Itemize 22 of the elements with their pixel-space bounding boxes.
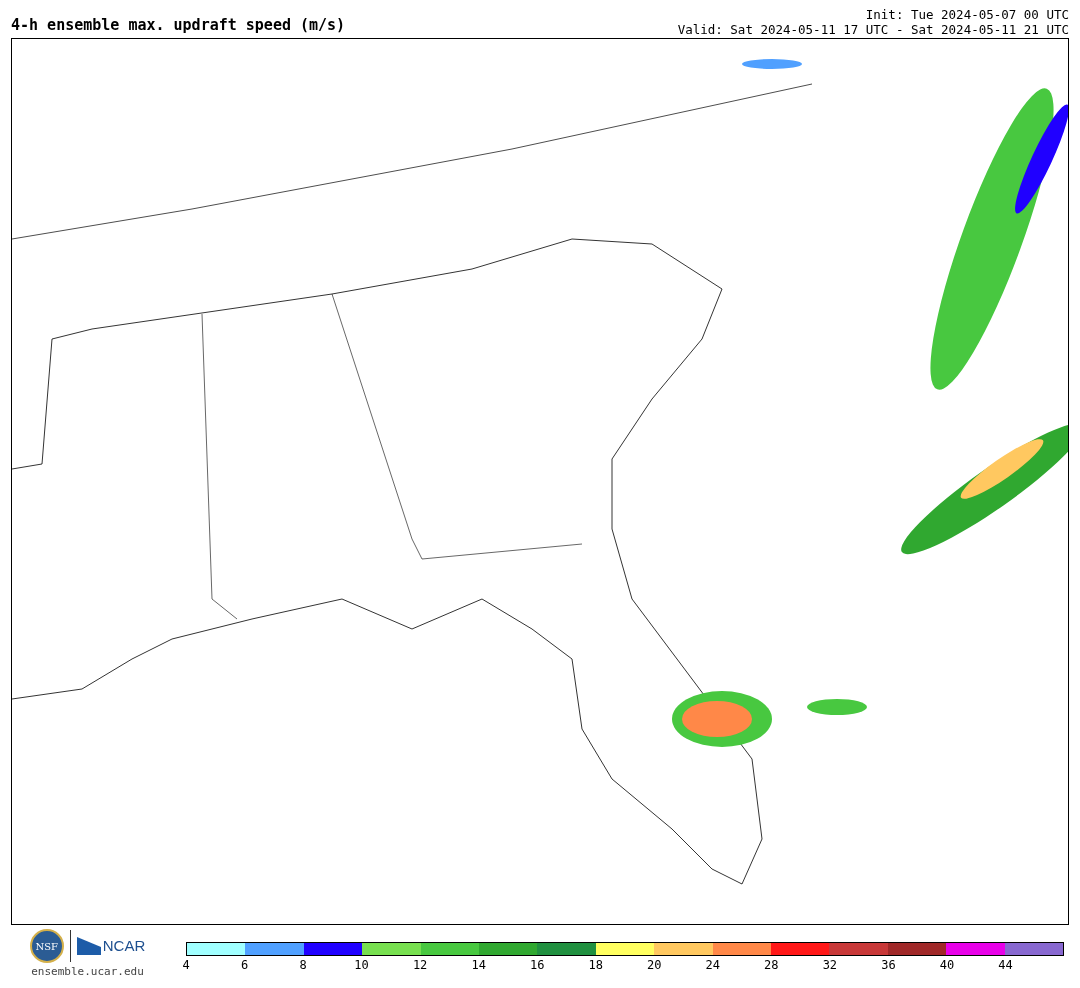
- colorbar-tick-label: 14: [471, 959, 486, 971]
- init-time: Init: Tue 2024-05-07 00 UTC: [865, 7, 1069, 22]
- colorbar-tick-label: 18: [588, 959, 603, 971]
- colorbar-tick-label: 36: [881, 959, 896, 971]
- site-address: ensemble.ucar.edu: [31, 964, 144, 980]
- colorbar-tick-label: 44: [998, 959, 1013, 971]
- ncar-logo: NCAR: [102, 935, 146, 956]
- nsf-logo: NSF: [29, 929, 64, 963]
- ncar-mark-icon: [76, 937, 101, 955]
- colorbar-tick-label: 32: [822, 959, 838, 971]
- colorbar-tick-label: 40: [939, 959, 955, 971]
- colorbar-tick-label: 24: [705, 959, 720, 971]
- colorbar-tick-label: 6: [240, 959, 249, 971]
- chart-title: 4-h ensemble max. updraft speed (m/s): [11, 18, 346, 36]
- colorbar-tick-label: 16: [529, 959, 545, 971]
- colorbar-tick-label: 28: [764, 959, 779, 971]
- colorbar-tick-label: 20: [647, 959, 662, 971]
- colorbar-tick-label: 10: [354, 959, 369, 971]
- colorbar-tick-label: 12: [412, 959, 428, 971]
- valid-time: Valid: Sat 2024-05-11 17 UTC - Sat 2024-05-11 21 UTC: [677, 22, 1069, 37]
- colorbar-tick-label: 8: [299, 959, 307, 971]
- colorbar-tick-label: 4: [182, 959, 190, 971]
